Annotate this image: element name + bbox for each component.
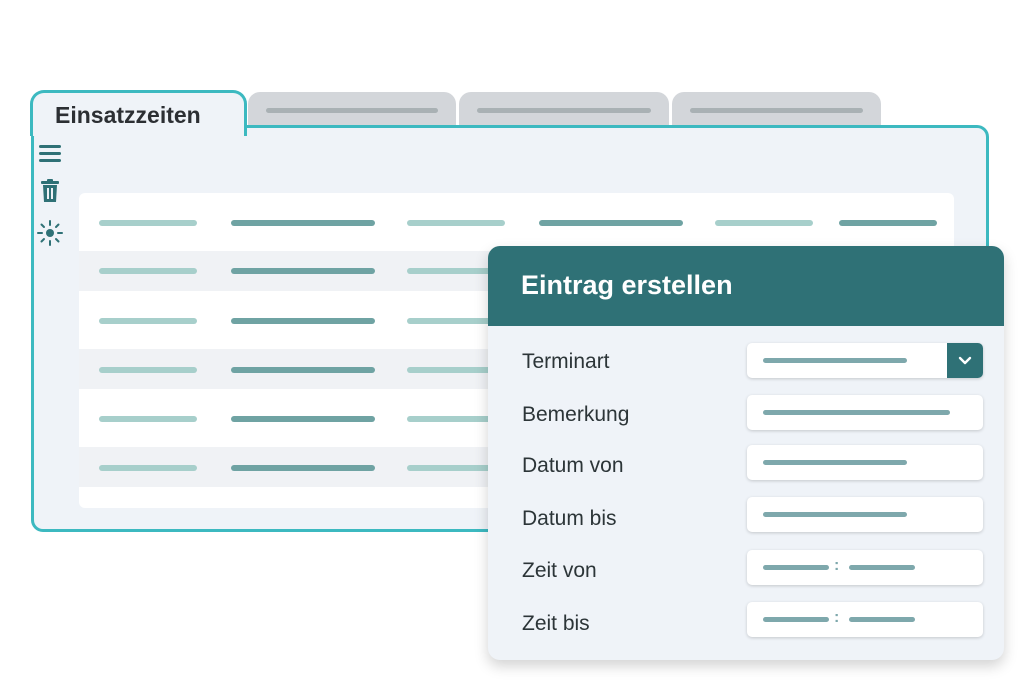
time-separator: : xyxy=(834,557,840,574)
bemerkung-field[interactable] xyxy=(747,395,983,430)
dialog-header: Eintrag erstellen xyxy=(488,246,1004,326)
chevron-down-icon[interactable] xyxy=(947,343,983,378)
terminart-label: Terminart xyxy=(522,350,610,373)
tab-label: Einsatzzeiten xyxy=(55,102,201,128)
tab-label-placeholder xyxy=(266,108,438,113)
create-entry-dialog: Eintrag erstellen Terminart Bemerkung Da… xyxy=(488,246,1004,660)
zeit-von-label: Zeit von xyxy=(522,559,597,582)
datum-von-field[interactable] xyxy=(747,445,983,480)
menu-icon[interactable] xyxy=(38,143,62,163)
zeit-bis-field[interactable]: : xyxy=(747,602,983,637)
bemerkung-label: Bemerkung xyxy=(522,403,630,426)
datum-bis-label: Datum bis xyxy=(522,507,617,530)
tab-label-placeholder xyxy=(690,108,863,113)
datum-bis-field[interactable] xyxy=(747,497,983,532)
dialog-title: Eintrag erstellen xyxy=(521,270,733,300)
trash-icon[interactable] xyxy=(40,179,60,203)
time-separator: : xyxy=(834,609,840,626)
tab-einsatzzeiten[interactable]: Einsatzzeiten xyxy=(30,90,247,136)
zeit-bis-label: Zeit bis xyxy=(522,612,590,635)
terminart-select[interactable] xyxy=(747,343,983,378)
tab-label-placeholder xyxy=(477,108,651,113)
zeit-von-field[interactable]: : xyxy=(747,550,983,585)
table-header-row xyxy=(79,202,954,242)
datum-von-label: Datum von xyxy=(522,454,624,477)
sun-icon[interactable] xyxy=(37,220,63,246)
